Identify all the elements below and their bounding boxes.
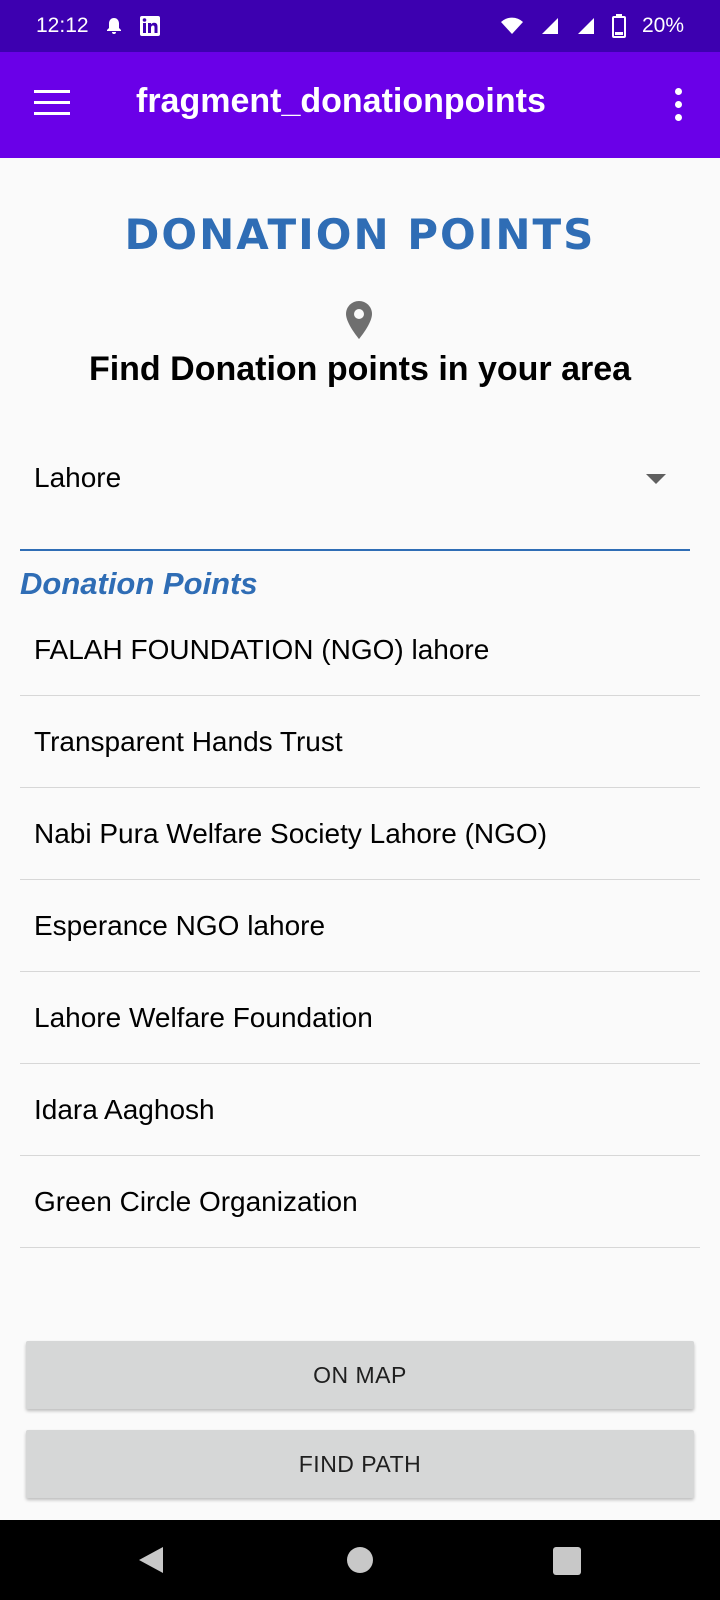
page-heading: DONATION POINTS	[124, 210, 596, 259]
list-item[interactable]: Lahore Welfare Foundation	[20, 972, 700, 1064]
more-vertical-icon[interactable]	[668, 88, 688, 124]
list-item[interactable]: Green Circle Organization	[20, 1156, 700, 1248]
page-subheading: Find Donation points in your area	[88, 350, 632, 388]
city-dropdown-value: Lahore	[34, 462, 122, 493]
find-path-button[interactable]: FIND PATH	[26, 1430, 694, 1498]
list-item[interactable]: FALAH FOUNDATION (NGO) lahore	[20, 604, 700, 696]
list-item[interactable]: Esperance NGO lahore	[20, 880, 700, 972]
wifi-icon	[500, 16, 524, 36]
list-item[interactable]: Idara Aaghosh	[20, 1064, 700, 1156]
home-icon[interactable]	[347, 1547, 373, 1573]
dropdown-arrow-icon	[646, 474, 666, 484]
divider	[20, 549, 690, 551]
section-label: Donation Points	[20, 566, 258, 601]
hamburger-menu-icon[interactable]	[34, 90, 70, 120]
back-icon[interactable]	[137, 1545, 165, 1580]
linkedin-icon	[139, 15, 161, 37]
status-right: 20%	[500, 14, 684, 38]
list-item[interactable]: Nabi Pura Welfare Society Lahore (NGO)	[20, 788, 700, 880]
on-map-button[interactable]: ON MAP	[26, 1341, 694, 1409]
signal-icon	[540, 16, 560, 36]
app-title: fragment_donationpoints	[136, 82, 546, 120]
list-item[interactable]: Transparent Hands Trust	[20, 696, 700, 788]
signal-icon	[576, 16, 596, 36]
notification-bell-icon	[105, 16, 123, 36]
battery-icon	[611, 14, 626, 38]
location-pin-icon	[344, 300, 374, 340]
donation-points-list: FALAH FOUNDATION (NGO) lahore Transparen…	[20, 604, 700, 1248]
app-bar: fragment_donationpoints	[0, 52, 720, 158]
status-bar: 12:12 20%	[0, 0, 720, 52]
status-time: 12:12	[36, 14, 89, 37]
city-dropdown[interactable]: Lahore	[20, 440, 700, 520]
battery-percent: 20%	[641, 14, 684, 37]
recent-apps-icon[interactable]	[553, 1547, 581, 1575]
navigation-bar	[0, 1520, 720, 1600]
status-left: 12:12	[36, 14, 161, 38]
